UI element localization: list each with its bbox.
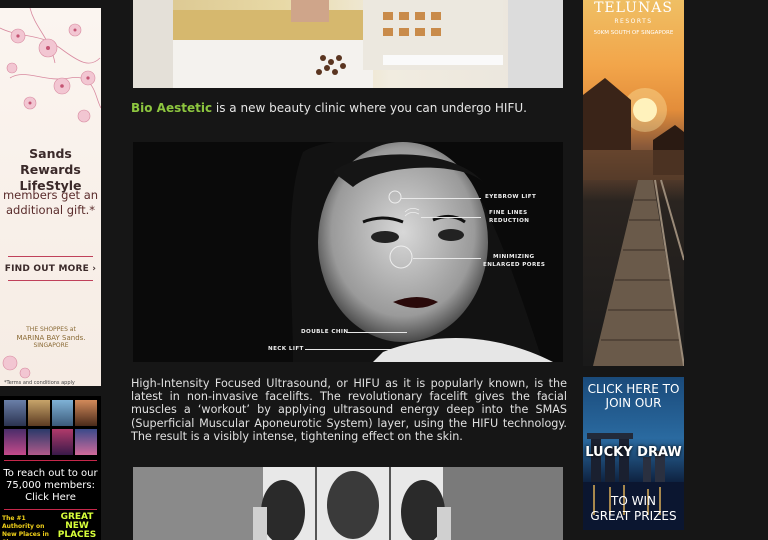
cherry-blossom-illustration [0, 8, 101, 123]
eyebrow-lift-label: EYEBROW LIFT [485, 194, 537, 200]
sands-headline: Sands Rewards LifeStyle [19, 146, 82, 193]
reach-members-text: To reach out to our 75,000 members: Clic… [3, 468, 98, 503]
chevron-right-icon: › [92, 264, 97, 274]
hifu-face-diagram: EYEBROW LIFT FINE LINES REDUCTION MINIMI… [133, 142, 563, 362]
lucky-draw-title: LUCKY DRAW [585, 445, 682, 460]
great-new-places-logo: GREAT NEW PLACES [57, 512, 97, 540]
draw-line-3: TO WIN [611, 494, 656, 508]
sands-body-copy: members get an additional gift.* [2, 188, 99, 217]
face-mirror-photo [133, 467, 563, 540]
leader-line [401, 198, 481, 199]
draw-line-2: JOIN OUR [605, 396, 662, 410]
clinic-interior-photo [133, 0, 563, 88]
pores-label: ENLARGED PORES [483, 262, 546, 268]
bio-aestetic-link[interactable]: Bio Aestetic [131, 101, 212, 115]
find-out-more-link[interactable]: FIND OUT MORE › [0, 264, 101, 274]
leader-line [413, 258, 481, 259]
leader-line [421, 217, 481, 218]
divider [4, 460, 97, 461]
lucky-draw-ad[interactable]: CLICK HERE TO JOIN OUR LUCKY DRAW TO WIN… [583, 377, 684, 530]
sands-rewards-ad[interactable]: Sands Rewards LifeStyle members get an a… [0, 8, 101, 386]
draw-line-4: GREAT PRIZES [590, 509, 677, 523]
draw-line-1: CLICK HERE TO [587, 382, 680, 396]
city-thumbnails [4, 400, 97, 455]
find-out-more-label: FIND OUT MORE [4, 264, 89, 274]
hifu-description: High-Intensity Focused Ultrasound, or HI… [131, 377, 567, 443]
telunas-resorts-ad[interactable]: TELUNAS RESORTS 50KM SOUTH OF SINGAPORE [583, 0, 684, 366]
terms-note: *Terms and conditions apply [4, 380, 75, 386]
divider [4, 509, 97, 510]
neck-lift-label: NECK LIFT [268, 346, 304, 352]
reach-members-ad[interactable]: To reach out to our 75,000 members: Clic… [0, 396, 101, 540]
divider [8, 280, 93, 281]
sunset-boardwalk-photo [583, 78, 684, 366]
divider [8, 256, 93, 257]
double-chin-label: DOUBLE CHIN [301, 329, 349, 335]
leader-line [347, 332, 407, 333]
fine-lines-label: FINE LINES [489, 210, 528, 216]
authority-tagline: The #1 Authority on New Places in Singap… [2, 515, 49, 540]
leader-line [305, 349, 395, 350]
cherry-blossom-illustration [2, 355, 31, 379]
pores-label: MINIMIZING [493, 254, 535, 260]
clinic-intro: Bio Aestetic is a new beauty clinic wher… [131, 101, 571, 115]
clinic-intro-text: is a new beauty clinic where you can und… [212, 101, 527, 115]
fine-lines-label: REDUCTION [489, 218, 530, 224]
